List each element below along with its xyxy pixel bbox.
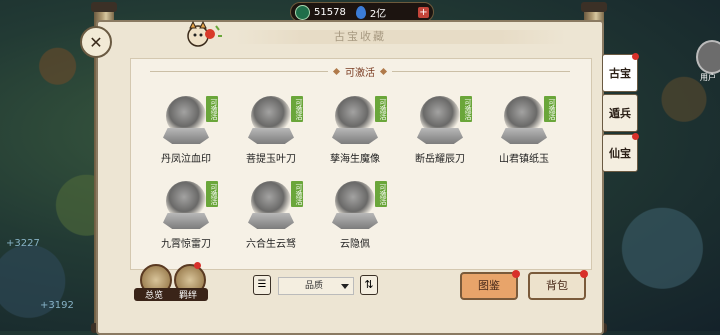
codex-button[interactable]: 图鉴 — [460, 270, 520, 300]
notification-dot — [194, 262, 201, 269]
tab-label: 仙宝 — [609, 147, 631, 160]
filter-value: 品质 — [305, 281, 324, 291]
collection-item[interactable]: 可激活 孳海生魔像 — [320, 92, 410, 182]
activatable-badge: 可激活 — [291, 96, 303, 122]
section-header: 可激活 — [150, 64, 570, 79]
page-title: 古宝收藏 — [334, 30, 386, 43]
pedestal — [248, 213, 294, 229]
item-name: 断岳耀辰刀 — [415, 154, 465, 165]
collection-item[interactable]: 可激活 菩提玉叶刀 — [236, 92, 326, 182]
backpack-button[interactable]: 背包 — [528, 270, 588, 300]
collection-item[interactable]: 可激活 六合生云驽 — [236, 177, 326, 267]
collection-item[interactable]: 可激活 云隐佩 — [320, 177, 410, 267]
tab-dunbing[interactable]: 遁兵 — [602, 94, 638, 132]
bg-floating-text: +3227 — [6, 238, 40, 249]
item-name: 孳海生魔像 — [330, 154, 380, 165]
pedestal — [332, 128, 378, 144]
pedestal — [417, 128, 463, 144]
gem-icon — [355, 5, 366, 19]
activatable-badge: 可激活 — [206, 96, 218, 122]
add-currency-button[interactable]: + — [418, 6, 429, 18]
codex-label: 图鉴 — [478, 279, 500, 292]
coin-amount: 51578 — [314, 6, 346, 18]
collection-item[interactable]: 可激活 丹凤泣血印 — [151, 92, 241, 182]
notification-dot — [512, 270, 520, 278]
pedestal — [163, 213, 209, 229]
item-name: 山君镇纸玉 — [499, 154, 549, 165]
chevron-down-icon — [341, 284, 349, 289]
item-name: 六合生云驽 — [246, 239, 296, 250]
section-title: 可激活 — [345, 67, 375, 79]
backpack-label: 背包 — [546, 279, 568, 292]
notification-dot — [632, 53, 639, 60]
close-icon: ✕ — [89, 32, 103, 52]
tab-xianbao[interactable]: 仙宝 — [602, 133, 639, 172]
pedestal — [501, 128, 547, 144]
activatable-badge: 可激活 — [460, 96, 472, 122]
pedestal — [248, 128, 294, 144]
collection-item[interactable]: 可激活 山君镇纸玉 — [489, 92, 579, 182]
bg-floating-text: +3192 — [40, 300, 74, 311]
collection-item[interactable]: 可激活 断岳耀辰刀 — [405, 92, 495, 182]
header-band — [236, 30, 566, 44]
close-button[interactable]: ✕ — [80, 26, 112, 58]
tab-label: 遁兵 — [609, 107, 631, 120]
item-name: 云隐佩 — [340, 239, 370, 250]
mascot-icon — [187, 20, 222, 47]
item-name: 菩提玉叶刀 — [246, 154, 296, 165]
activatable-badge: 可激活 — [206, 181, 218, 207]
gem-amount: 2亿 — [369, 8, 387, 20]
item-name: 九霄惊雷刀 — [161, 239, 211, 250]
collection-item[interactable]: 可激活 九霄惊雷刀 — [151, 177, 241, 267]
user-avatar-button[interactable] — [696, 40, 720, 74]
user-label: 用户 — [700, 73, 716, 82]
notification-dot — [632, 133, 639, 140]
pedestal — [332, 213, 378, 229]
pedestal — [163, 128, 209, 144]
coin-icon — [295, 4, 310, 20]
sort-icon[interactable]: ⇅ — [360, 275, 378, 295]
quality-filter-select[interactable]: 品质 — [278, 277, 354, 295]
tab-label: 古宝 — [609, 67, 631, 80]
notification-dot — [580, 270, 588, 278]
tab-gubao[interactable]: 古宝 — [602, 53, 639, 92]
bond-label: 羁绊 — [168, 288, 208, 301]
filter-list-icon[interactable]: ☰ — [253, 275, 271, 295]
currency-bar: 51578 2亿 + — [290, 2, 434, 22]
activatable-badge: 可激活 — [544, 96, 556, 122]
activatable-badge: 可激活 — [375, 96, 387, 122]
activatable-badge: 可激活 — [291, 181, 303, 207]
activatable-badge: 可激活 — [375, 181, 387, 207]
item-name: 丹凤泣血印 — [161, 154, 211, 165]
